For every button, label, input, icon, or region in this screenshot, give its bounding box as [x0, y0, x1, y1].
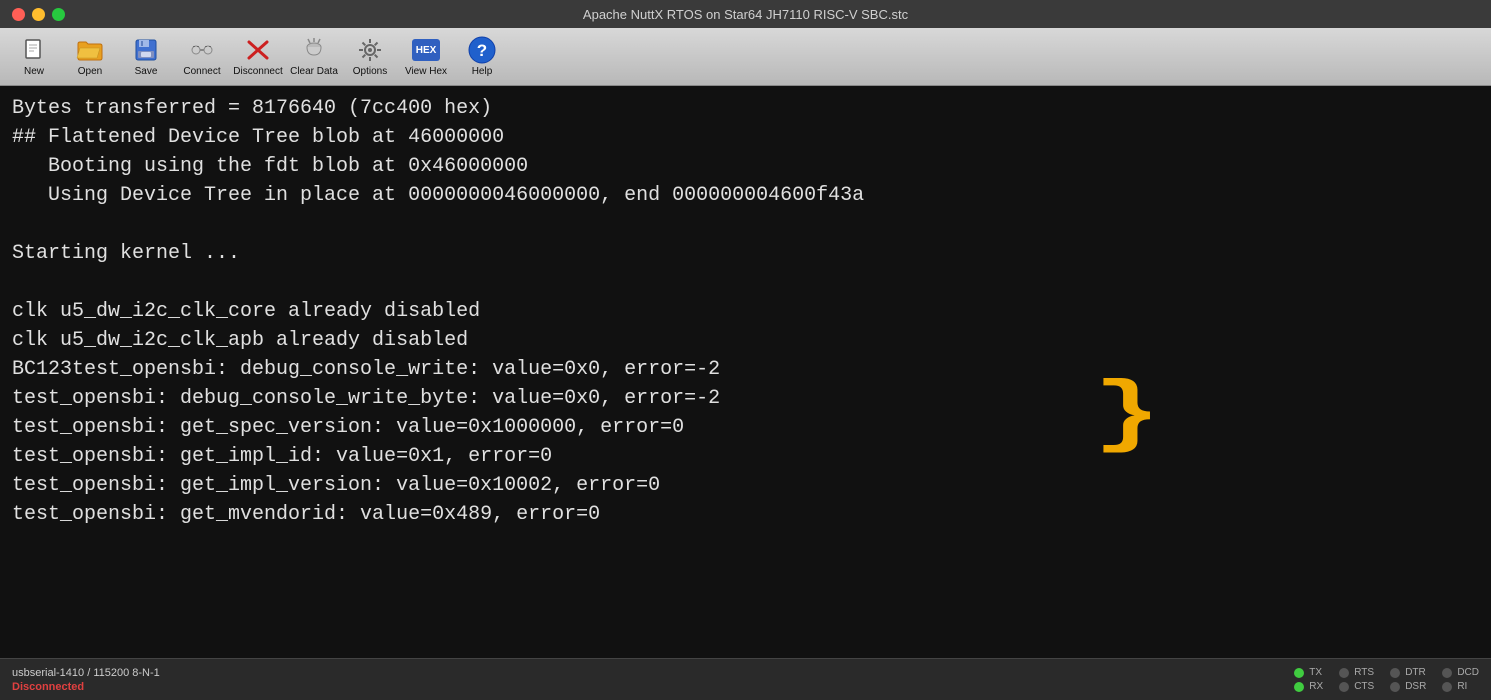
open-button[interactable]: Open: [64, 32, 116, 82]
cts-led: [1339, 682, 1349, 692]
view-hex-button[interactable]: HEX View Hex: [400, 32, 452, 82]
new-icon: [20, 36, 48, 64]
window-title: Apache NuttX RTOS on Star64 JH7110 RISC-…: [583, 7, 908, 22]
rx-indicator: RX: [1294, 681, 1323, 692]
terminal: Bytes transferred = 8176640 (7cc400 hex)…: [0, 86, 1491, 658]
dcd-indicator: DCD: [1442, 667, 1479, 678]
save-button[interactable]: Save: [120, 32, 172, 82]
tx-label: TX: [1309, 667, 1322, 678]
dtr-dsr-group: DTR DSR: [1390, 667, 1426, 692]
tx-led: [1294, 668, 1304, 678]
options-icon: [356, 36, 384, 64]
open-label: Open: [78, 66, 102, 77]
view-hex-label: View Hex: [405, 66, 447, 77]
help-button[interactable]: ? Help: [456, 32, 508, 82]
dcd-led: [1442, 668, 1452, 678]
options-button[interactable]: Options: [344, 32, 396, 82]
terminal-output: Bytes transferred = 8176640 (7cc400 hex)…: [12, 94, 1479, 529]
rx-label: RX: [1309, 681, 1323, 692]
help-icon: ?: [468, 36, 496, 64]
window-controls: [12, 8, 65, 21]
tx-rx-group: TX RX: [1294, 667, 1323, 692]
dtr-led: [1390, 668, 1400, 678]
dsr-label: DSR: [1405, 681, 1426, 692]
help-label: Help: [472, 66, 493, 77]
rts-led: [1339, 668, 1349, 678]
toolbar: New Open Save: [0, 28, 1491, 86]
status-bar: usbserial-1410 / 115200 8-N-1 Disconnect…: [0, 658, 1491, 700]
status-left: usbserial-1410 / 115200 8-N-1 Disconnect…: [12, 667, 160, 693]
cts-label: CTS: [1354, 681, 1374, 692]
ri-led: [1442, 682, 1452, 692]
options-label: Options: [353, 66, 387, 77]
connect-label: Connect: [183, 66, 220, 77]
dcd-ri-group: DCD RI: [1442, 667, 1479, 692]
dcd-label: DCD: [1457, 667, 1479, 678]
open-icon: [76, 36, 104, 64]
save-icon: [132, 36, 160, 64]
title-bar: Apache NuttX RTOS on Star64 JH7110 RISC-…: [0, 0, 1491, 28]
connection-state: Disconnected: [12, 681, 160, 693]
disconnect-button[interactable]: Disconnect: [232, 32, 284, 82]
dsr-indicator: DSR: [1390, 681, 1426, 692]
connect-icon: [188, 36, 216, 64]
dsr-led: [1390, 682, 1400, 692]
new-button[interactable]: New: [8, 32, 60, 82]
minimize-button[interactable]: [32, 8, 45, 21]
svg-text:?: ?: [477, 41, 487, 60]
connect-button[interactable]: Connect: [176, 32, 228, 82]
clear-data-button[interactable]: Clear Data: [288, 32, 340, 82]
clear-data-label: Clear Data: [290, 66, 338, 77]
connection-info: usbserial-1410 / 115200 8-N-1: [12, 667, 160, 679]
ri-indicator: RI: [1442, 681, 1479, 692]
rts-indicator: RTS: [1339, 667, 1374, 678]
save-label: Save: [135, 66, 158, 77]
rx-led: [1294, 682, 1304, 692]
disconnect-label: Disconnect: [233, 66, 282, 77]
status-right: TX RX RTS CTS DTR DSR: [1294, 667, 1479, 692]
cts-indicator: CTS: [1339, 681, 1374, 692]
new-label: New: [24, 66, 44, 77]
maximize-button[interactable]: [52, 8, 65, 21]
close-button[interactable]: [12, 8, 25, 21]
ri-label: RI: [1457, 681, 1467, 692]
tx-indicator: TX: [1294, 667, 1323, 678]
rts-label: RTS: [1354, 667, 1374, 678]
view-hex-icon: HEX: [412, 36, 440, 64]
disconnect-icon: [244, 36, 272, 64]
dtr-indicator: DTR: [1390, 667, 1426, 678]
dtr-label: DTR: [1405, 667, 1426, 678]
clear-data-icon: [300, 36, 328, 64]
rts-cts-group: RTS CTS: [1339, 667, 1374, 692]
